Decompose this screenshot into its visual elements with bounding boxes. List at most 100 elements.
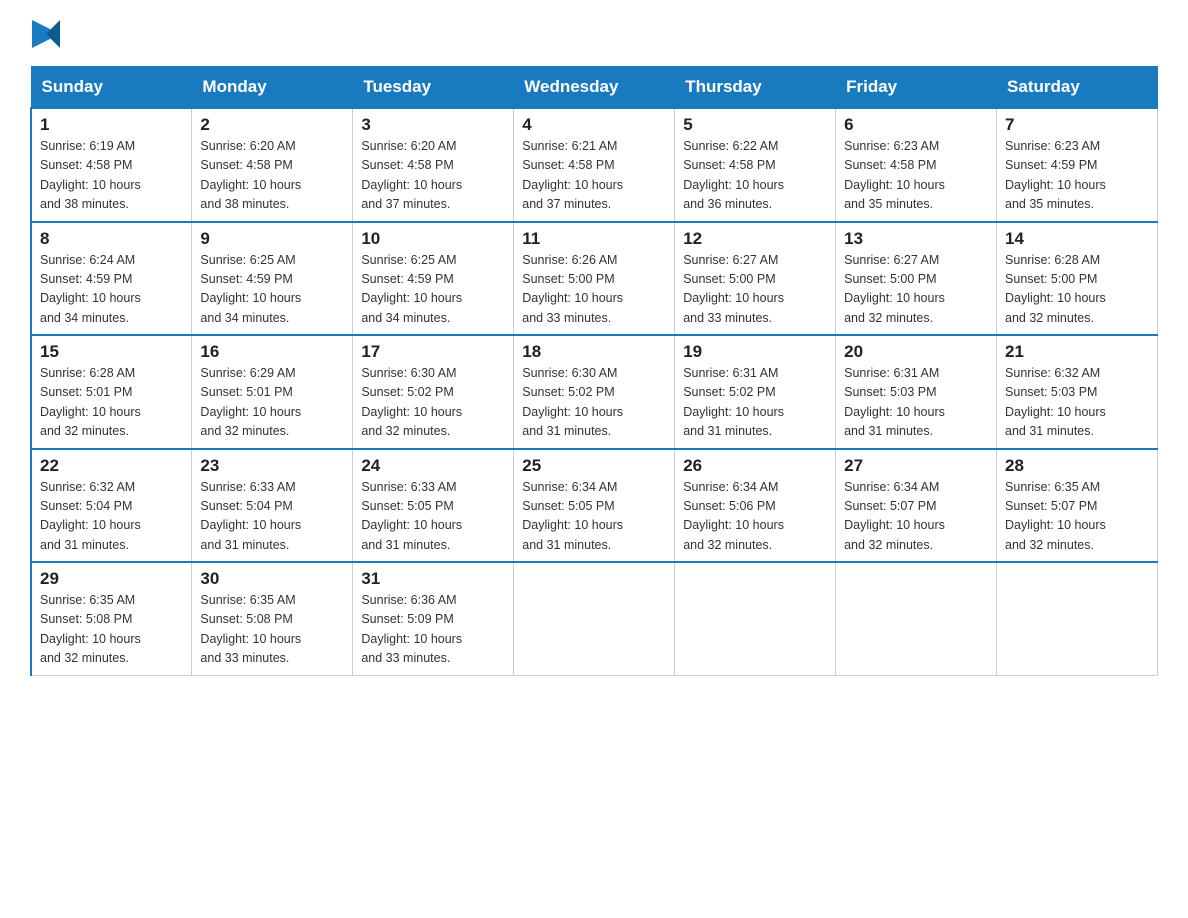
day-number: 30 [200,569,344,589]
calendar-day-cell: 24 Sunrise: 6:33 AMSunset: 5:05 PMDaylig… [353,449,514,563]
day-info: Sunrise: 6:34 AMSunset: 5:05 PMDaylight:… [522,480,623,552]
weekday-header: Monday [192,67,353,109]
day-number: 18 [522,342,666,362]
calendar-day-cell: 31 Sunrise: 6:36 AMSunset: 5:09 PMDaylig… [353,562,514,675]
day-number: 5 [683,115,827,135]
day-info: Sunrise: 6:32 AMSunset: 5:03 PMDaylight:… [1005,366,1106,438]
calendar-day-cell [675,562,836,675]
day-number: 17 [361,342,505,362]
calendar-day-cell: 5 Sunrise: 6:22 AMSunset: 4:58 PMDayligh… [675,108,836,222]
calendar-day-cell: 2 Sunrise: 6:20 AMSunset: 4:58 PMDayligh… [192,108,353,222]
calendar-week-row: 15 Sunrise: 6:28 AMSunset: 5:01 PMDaylig… [31,335,1158,449]
calendar-day-cell [514,562,675,675]
logo-icon [32,20,60,48]
calendar-week-row: 29 Sunrise: 6:35 AMSunset: 5:08 PMDaylig… [31,562,1158,675]
day-info: Sunrise: 6:20 AMSunset: 4:58 PMDaylight:… [200,139,301,211]
weekday-header: Wednesday [514,67,675,109]
day-info: Sunrise: 6:32 AMSunset: 5:04 PMDaylight:… [40,480,141,552]
calendar-day-cell: 4 Sunrise: 6:21 AMSunset: 4:58 PMDayligh… [514,108,675,222]
calendar-day-cell: 17 Sunrise: 6:30 AMSunset: 5:02 PMDaylig… [353,335,514,449]
calendar-day-cell [997,562,1158,675]
weekday-header: Tuesday [353,67,514,109]
day-info: Sunrise: 6:22 AMSunset: 4:58 PMDaylight:… [683,139,784,211]
day-info: Sunrise: 6:29 AMSunset: 5:01 PMDaylight:… [200,366,301,438]
day-number: 10 [361,229,505,249]
calendar-day-cell: 23 Sunrise: 6:33 AMSunset: 5:04 PMDaylig… [192,449,353,563]
day-number: 3 [361,115,505,135]
day-info: Sunrise: 6:21 AMSunset: 4:58 PMDaylight:… [522,139,623,211]
weekday-header: Sunday [31,67,192,109]
day-info: Sunrise: 6:30 AMSunset: 5:02 PMDaylight:… [361,366,462,438]
calendar-day-cell: 1 Sunrise: 6:19 AMSunset: 4:58 PMDayligh… [31,108,192,222]
day-info: Sunrise: 6:35 AMSunset: 5:07 PMDaylight:… [1005,480,1106,552]
day-number: 24 [361,456,505,476]
day-info: Sunrise: 6:23 AMSunset: 4:59 PMDaylight:… [1005,139,1106,211]
day-info: Sunrise: 6:28 AMSunset: 5:01 PMDaylight:… [40,366,141,438]
calendar-day-cell: 16 Sunrise: 6:29 AMSunset: 5:01 PMDaylig… [192,335,353,449]
day-info: Sunrise: 6:23 AMSunset: 4:58 PMDaylight:… [844,139,945,211]
calendar-day-cell: 15 Sunrise: 6:28 AMSunset: 5:01 PMDaylig… [31,335,192,449]
calendar-day-cell: 21 Sunrise: 6:32 AMSunset: 5:03 PMDaylig… [997,335,1158,449]
calendar-day-cell [836,562,997,675]
day-number: 16 [200,342,344,362]
calendar-week-row: 22 Sunrise: 6:32 AMSunset: 5:04 PMDaylig… [31,449,1158,563]
day-info: Sunrise: 6:20 AMSunset: 4:58 PMDaylight:… [361,139,462,211]
calendar-day-cell: 10 Sunrise: 6:25 AMSunset: 4:59 PMDaylig… [353,222,514,336]
calendar-day-cell: 28 Sunrise: 6:35 AMSunset: 5:07 PMDaylig… [997,449,1158,563]
day-info: Sunrise: 6:24 AMSunset: 4:59 PMDaylight:… [40,253,141,325]
day-number: 1 [40,115,183,135]
calendar-table: SundayMondayTuesdayWednesdayThursdayFrid… [30,66,1158,676]
day-info: Sunrise: 6:27 AMSunset: 5:00 PMDaylight:… [844,253,945,325]
day-number: 6 [844,115,988,135]
day-info: Sunrise: 6:36 AMSunset: 5:09 PMDaylight:… [361,593,462,665]
calendar-day-cell: 12 Sunrise: 6:27 AMSunset: 5:00 PMDaylig… [675,222,836,336]
day-info: Sunrise: 6:25 AMSunset: 4:59 PMDaylight:… [200,253,301,325]
day-number: 26 [683,456,827,476]
calendar-day-cell: 9 Sunrise: 6:25 AMSunset: 4:59 PMDayligh… [192,222,353,336]
day-number: 22 [40,456,183,476]
day-info: Sunrise: 6:35 AMSunset: 5:08 PMDaylight:… [200,593,301,665]
day-number: 29 [40,569,183,589]
day-number: 4 [522,115,666,135]
day-info: Sunrise: 6:19 AMSunset: 4:58 PMDaylight:… [40,139,141,211]
day-number: 23 [200,456,344,476]
day-info: Sunrise: 6:33 AMSunset: 5:04 PMDaylight:… [200,480,301,552]
day-number: 9 [200,229,344,249]
day-number: 12 [683,229,827,249]
day-info: Sunrise: 6:28 AMSunset: 5:00 PMDaylight:… [1005,253,1106,325]
weekday-header-row: SundayMondayTuesdayWednesdayThursdayFrid… [31,67,1158,109]
weekday-header: Thursday [675,67,836,109]
day-info: Sunrise: 6:34 AMSunset: 5:07 PMDaylight:… [844,480,945,552]
day-number: 15 [40,342,183,362]
calendar-day-cell: 8 Sunrise: 6:24 AMSunset: 4:59 PMDayligh… [31,222,192,336]
day-number: 14 [1005,229,1149,249]
day-info: Sunrise: 6:33 AMSunset: 5:05 PMDaylight:… [361,480,462,552]
calendar-day-cell: 6 Sunrise: 6:23 AMSunset: 4:58 PMDayligh… [836,108,997,222]
day-number: 7 [1005,115,1149,135]
calendar-day-cell: 14 Sunrise: 6:28 AMSunset: 5:00 PMDaylig… [997,222,1158,336]
day-number: 19 [683,342,827,362]
calendar-day-cell: 30 Sunrise: 6:35 AMSunset: 5:08 PMDaylig… [192,562,353,675]
day-number: 11 [522,229,666,249]
day-number: 27 [844,456,988,476]
day-number: 31 [361,569,505,589]
logo [30,20,62,48]
calendar-day-cell: 13 Sunrise: 6:27 AMSunset: 5:00 PMDaylig… [836,222,997,336]
day-info: Sunrise: 6:31 AMSunset: 5:03 PMDaylight:… [844,366,945,438]
weekday-header: Friday [836,67,997,109]
day-info: Sunrise: 6:34 AMSunset: 5:06 PMDaylight:… [683,480,784,552]
calendar-day-cell: 27 Sunrise: 6:34 AMSunset: 5:07 PMDaylig… [836,449,997,563]
calendar-day-cell: 19 Sunrise: 6:31 AMSunset: 5:02 PMDaylig… [675,335,836,449]
calendar-day-cell: 29 Sunrise: 6:35 AMSunset: 5:08 PMDaylig… [31,562,192,675]
calendar-day-cell: 11 Sunrise: 6:26 AMSunset: 5:00 PMDaylig… [514,222,675,336]
day-info: Sunrise: 6:25 AMSunset: 4:59 PMDaylight:… [361,253,462,325]
day-info: Sunrise: 6:31 AMSunset: 5:02 PMDaylight:… [683,366,784,438]
day-info: Sunrise: 6:35 AMSunset: 5:08 PMDaylight:… [40,593,141,665]
day-number: 13 [844,229,988,249]
day-info: Sunrise: 6:27 AMSunset: 5:00 PMDaylight:… [683,253,784,325]
day-number: 21 [1005,342,1149,362]
calendar-week-row: 8 Sunrise: 6:24 AMSunset: 4:59 PMDayligh… [31,222,1158,336]
day-number: 25 [522,456,666,476]
day-info: Sunrise: 6:26 AMSunset: 5:00 PMDaylight:… [522,253,623,325]
calendar-week-row: 1 Sunrise: 6:19 AMSunset: 4:58 PMDayligh… [31,108,1158,222]
